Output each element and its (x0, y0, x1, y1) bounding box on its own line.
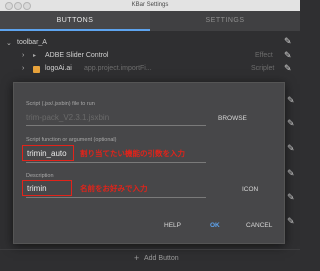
tab-settings[interactable]: SETTINGS (150, 11, 300, 31)
tree-item[interactable]: › ▸ ADBE Slider Control Effect (0, 51, 300, 63)
help-button[interactable]: HELP (164, 222, 181, 229)
tree-item-type: Effect (255, 52, 273, 59)
argument-annotation: 割り当てたい機能の引数を入力 (80, 149, 185, 158)
footer-divider (0, 249, 300, 250)
description-annotation: 名前をお好みで入力 (80, 184, 148, 193)
icon-button[interactable]: ICON (242, 186, 258, 193)
argument-label: Script function or argument (optional) (26, 137, 117, 143)
edit-pencil-icon[interactable]: ✎ (287, 216, 295, 227)
chevron-right-icon[interactable]: › (22, 65, 24, 72)
active-tab-indicator (0, 29, 150, 31)
edit-pencil-icon[interactable]: ✎ (287, 168, 295, 179)
toolbar-row[interactable]: ⌄ toolbar_A (0, 38, 300, 50)
edit-pencil-icon[interactable]: ✎ (287, 143, 295, 154)
chevron-right-icon[interactable]: › (22, 52, 24, 59)
browse-button[interactable]: BROWSE (218, 115, 247, 122)
ok-button[interactable]: OK (210, 222, 220, 229)
description-label: Description (26, 173, 54, 179)
tree-item-detail: app.project.importFi... (84, 65, 152, 72)
description-field-underline (26, 197, 206, 198)
tree-item-label: ADBE Slider Control (45, 52, 109, 59)
edit-pencil-icon[interactable]: ✎ (287, 118, 295, 129)
ai-file-icon (33, 66, 40, 73)
script-path-field[interactable]: trim-pack_V2.3.1.jsxbin (26, 113, 109, 122)
edit-pencil-icon[interactable]: ✎ (284, 36, 292, 47)
tree-item-type: Scriplet (251, 65, 275, 72)
edit-pencil-icon[interactable]: ✎ (287, 192, 295, 203)
cancel-button[interactable]: CANCEL (246, 222, 272, 229)
chevron-down-icon[interactable]: ⌄ (6, 39, 12, 47)
edit-pencil-icon[interactable]: ✎ (287, 95, 295, 106)
add-button-label: Add Button (144, 255, 179, 262)
tab-buttons[interactable]: BUTTONS (0, 11, 150, 31)
argument-field[interactable]: trimin_auto (27, 149, 67, 158)
description-field[interactable]: trimin (27, 184, 47, 193)
tree-item[interactable]: › logoAi.ai app.project.importFi... Scri… (0, 64, 300, 76)
argument-field-underline (26, 162, 206, 163)
edit-pencil-icon[interactable]: ✎ (284, 50, 292, 61)
toolbar-label: toolbar_A (17, 39, 47, 46)
edit-pencil-icon[interactable]: ✎ (284, 63, 292, 74)
add-button[interactable]: + Add Button (110, 252, 190, 266)
tree-item-label: logoAi.ai (45, 65, 72, 72)
window-title: KBar Settings (131, 2, 169, 8)
script-field-underline (26, 125, 206, 126)
script-label: Script (.jsx/.jsxbin) file to run (26, 101, 95, 107)
plus-icon: + (134, 253, 140, 263)
effect-icon: ▸ (33, 53, 37, 59)
